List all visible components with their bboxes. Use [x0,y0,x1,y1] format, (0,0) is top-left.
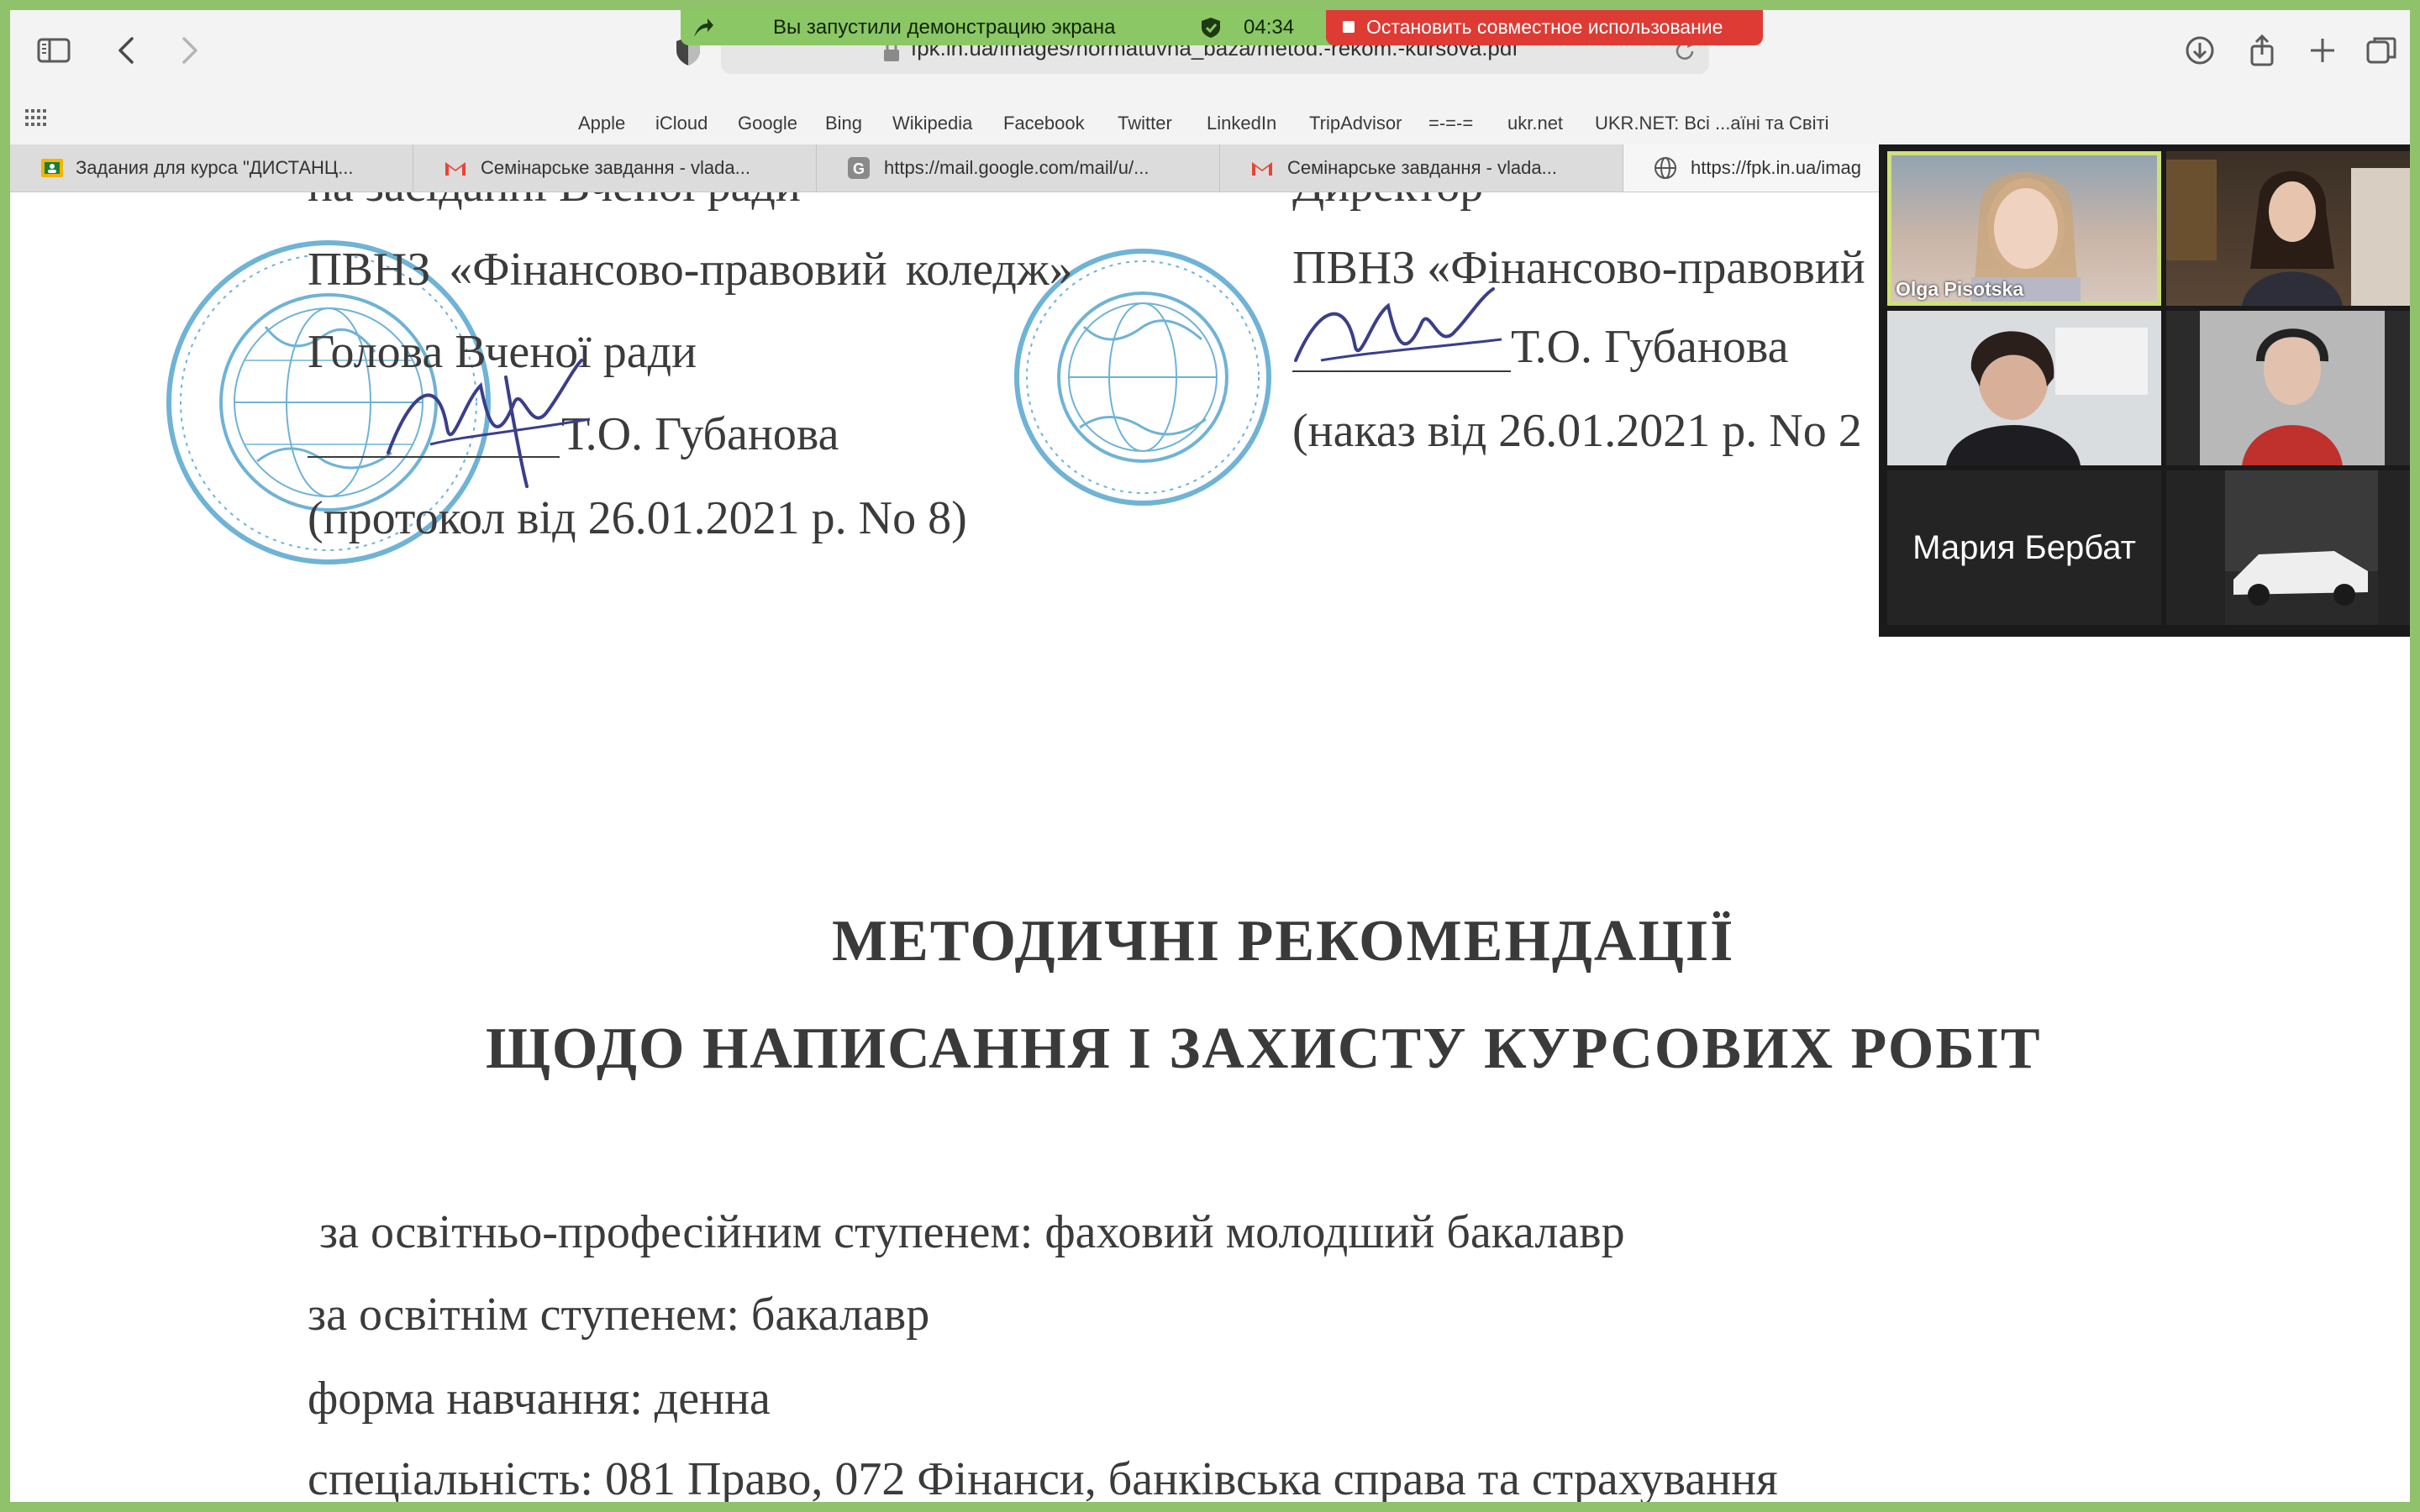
favorite-facebook[interactable]: Facebook [1003,113,1085,134]
participant-tile-maria[interactable]: Мария Бербат [1887,470,2161,625]
favorite-bing[interactable]: Bing [825,113,862,134]
globe-icon [1655,157,1676,179]
tab-title: https://mail.google.com/mail/u/... [884,157,1150,178]
favorite-separator[interactable]: =-=-= [1428,113,1473,134]
participant-tile-4[interactable] [2166,311,2410,465]
participant-tile-olga[interactable]: Olga Pisotska [1887,151,2161,306]
screen-share-frame: fpk.in.ua/images/normatuvna_baza/metod.-… [0,0,2420,1512]
participant-tile-2[interactable] [2166,151,2410,306]
order-line: (наказ від 26.01.2021 р. No 2 [1292,405,1862,457]
favorite-linkedin[interactable]: LinkedIn [1207,113,1276,134]
tab-gmail-2[interactable]: Семінарське завдання - vlada... [1220,144,1623,192]
favorite-twitter[interactable]: Twitter [1118,113,1172,134]
tab-overview-icon[interactable] [2363,32,2400,69]
stop-sharing-button[interactable]: Остановить совместное использование [1326,10,1763,45]
protocol-line: (протокол від 26.01.2021 р. No 8) [308,492,967,544]
favorite-ukrnet-news[interactable]: UKR.NET: Всі ...аїні та Світі [1595,113,1828,134]
tab-title: Семінарське завдання - vlada... [1287,157,1557,178]
share-icon[interactable] [2244,32,2281,69]
favorites-bar: Apple iCloud Google Bing Wikipedia Faceb… [10,89,2410,144]
document-title-line2: ЩОДО НАПИСАННЯ І ЗАХИСТУ КУРСОВИХ РОБІТ [486,1016,2042,1081]
favorite-google[interactable]: Google [738,113,797,134]
detail-study-form: форма навчання: денна [308,1373,771,1425]
share-status-text: Вы запустили демонстрацию экрана [773,16,1116,39]
tab-google-mail[interactable]: G https://mail.google.com/mail/u/... [817,144,1220,192]
classroom-icon [41,159,63,177]
participant-video [1946,328,2148,465]
gmail-icon [445,162,466,176]
svg-text:G: G [853,160,865,177]
stop-square-icon [1343,21,1355,33]
stop-sharing-label: Остановить совместное использование [1366,16,1723,38]
favorite-wikipedia[interactable]: Wikipedia [892,113,972,134]
share-timer: 04:34 [1244,16,1295,39]
right-signature [1294,287,1502,362]
college-line-left: ПВНЗ «Фінансово-правовий коледж» [308,244,1073,296]
g-icon: G [848,157,870,179]
participant-tile-6[interactable] [2166,470,2410,625]
left-signature [387,359,591,488]
share-arrow-icon [694,18,713,37]
favorites-grid-icon[interactable] [25,109,47,126]
tab-classroom[interactable]: Задания для курса "ДИСТАНЦ... [10,144,413,192]
forward-arrow-icon[interactable] [170,32,207,69]
screen-share-banner: Вы запустили демонстрацию экрана 04:34 О… [681,10,1763,45]
participant-video [2200,311,2385,465]
participant-tile-3[interactable] [1887,311,2161,465]
detail-specialty: спеціальність: 081 Право, 072 Фінанси, б… [308,1453,1778,1505]
gmail-icon [1252,162,1272,176]
downloads-icon[interactable] [2181,32,2218,69]
sidebar-toggle-icon[interactable] [35,32,72,69]
participant-name: Olga Pisotska [1896,278,2024,300]
detail-education-level: за освітньо-професійним ступенем: фахови… [319,1206,1625,1258]
director-line: Директор [1292,192,1483,213]
participant-name: Мария Бербат [1912,528,2136,566]
favorite-tripadvisor[interactable]: TripAdvisor [1309,113,1402,134]
signer-name-left: Т.О. Губанова [561,408,839,460]
tab-gmail-1[interactable]: Семінарське завдання - vlada... [413,144,817,192]
participant-video [2225,470,2378,625]
detail-degree: за освітнім ступенем: бакалавр [308,1289,930,1341]
back-arrow-icon[interactable] [109,32,146,69]
tab-title: Задания для курса "ДИСТАНЦ... [76,157,354,178]
signer-name-right: Т.О. Губанова [1511,321,1789,373]
tab-title: https://fpk.in.ua/imag [1691,157,1861,178]
favorite-apple[interactable]: Apple [578,113,625,134]
approval-line: на засіданні Вченої ради [308,192,801,213]
security-check-icon [1202,18,1220,38]
new-tab-plus-icon[interactable] [2304,32,2341,69]
document-title-line1: МЕТОДИЧНІ РЕКОМЕНДАЦІЇ [832,909,1735,974]
participant-video [2166,160,2410,306]
video-call-panel: Olga Pisotska Мария Бербат [1879,144,2410,637]
favorite-ukrnet[interactable]: ukr.net [1507,113,1563,134]
tab-title: Семінарське завдання - vlada... [481,157,750,178]
favorite-icloud[interactable]: iCloud [655,113,708,134]
